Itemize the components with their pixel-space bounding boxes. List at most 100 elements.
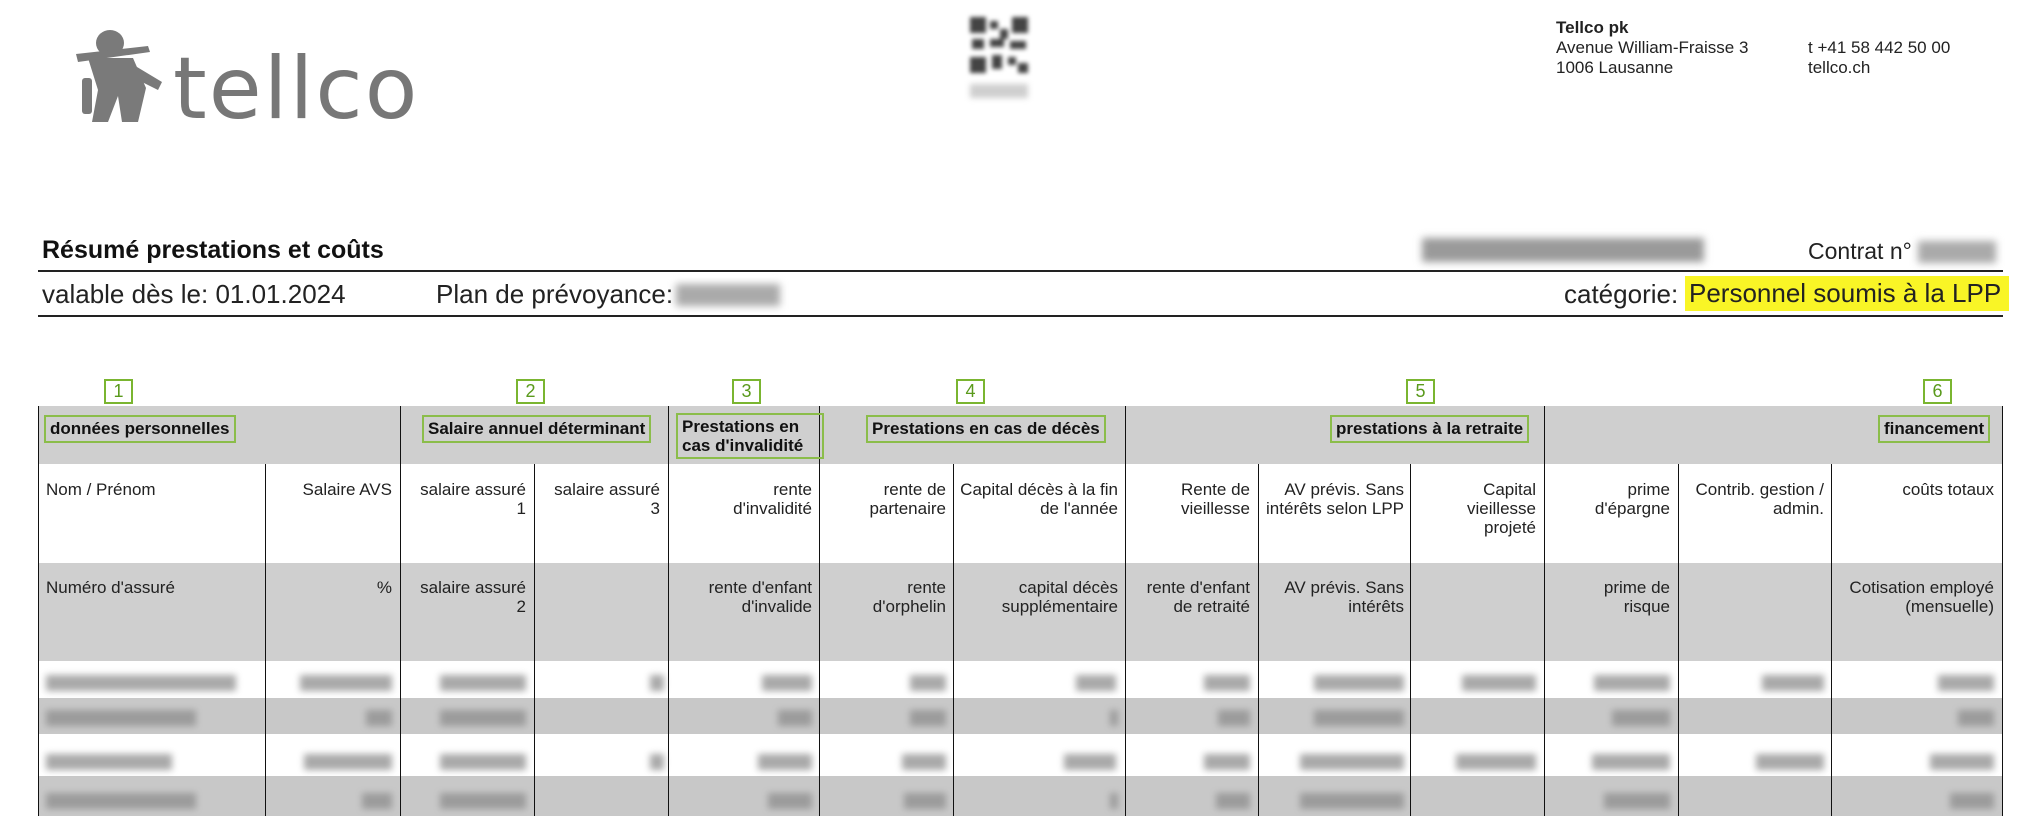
col-header-insured-salary-3: salaire assuré 3 [554, 480, 660, 518]
redacted-cell [46, 793, 196, 809]
section-header-disability: Prestations en cas d'invalidité [676, 413, 824, 459]
col-line [265, 464, 266, 816]
qr-code [968, 15, 1030, 75]
col-header-total-costs: coûts totaux [1902, 480, 1994, 499]
redacted-cell [440, 675, 526, 691]
col-header-savings-premium: prime d'épargne [1594, 480, 1670, 518]
category-value: Personnel soumis à la LPP [1685, 276, 2010, 311]
col-header-percent: % [376, 578, 392, 597]
col-line [1544, 406, 1545, 816]
redacted-cell [1930, 754, 1994, 770]
section-header-personal-data: données personnelles [44, 415, 236, 443]
redacted-cell [1110, 710, 1118, 726]
valid-from: valable dès le: 01.01.2024 [42, 279, 346, 309]
redacted-cell [1204, 675, 1250, 691]
redacted-cell [1456, 754, 1536, 770]
redacted-cell [1064, 754, 1116, 770]
redacted-cell [1300, 793, 1404, 809]
col-header-additional-death-capital: capital décès supplémentaire [1001, 578, 1118, 616]
col-header-name: Nom / Prénom [46, 480, 156, 499]
col-header-partner-pension: rente de partenaire [869, 480, 946, 518]
category-label: catégorie: [1564, 279, 1679, 309]
redacted-cell [650, 754, 664, 770]
col-header-disabled-child-pension: rente d'enfant d'invalide [708, 578, 812, 616]
redacted-cell [1204, 754, 1250, 770]
redacted-cell [362, 793, 392, 809]
company-name: Tellco pk [1556, 18, 1629, 37]
redacted-cell [1604, 793, 1670, 809]
col-header-death-capital: Capital décès à la fin de l'année [960, 480, 1118, 518]
section-header-salary: Salaire annuel déterminant [422, 415, 652, 443]
col-header-risk-premium: prime de risque [1603, 578, 1670, 616]
redacted-cell [1076, 675, 1116, 691]
tellco-logo: tellco [38, 18, 458, 139]
redacted-cell [366, 710, 392, 726]
redacted-cell [768, 793, 812, 809]
section-number-3: 3 [732, 379, 761, 404]
company-address: Tellco pk Avenue William-Fraisse 3 1006 … [1556, 18, 1748, 78]
col-header-retiree-child-pension: rente d'enfant de retraité [1146, 578, 1250, 616]
col-line [1125, 406, 1126, 816]
section-number-2: 2 [516, 379, 545, 404]
col-header-orphan-pension: rente d'orphelin [872, 578, 946, 616]
plan-number-redacted [676, 284, 780, 306]
col-line [668, 406, 669, 816]
redacted-cell [46, 710, 196, 726]
contract-label: Contrat n° [1808, 238, 1912, 264]
divider-bottom [38, 315, 2003, 317]
col-header-insured-salary-1: salaire assuré 1 [420, 480, 526, 518]
section-number-1: 1 [104, 379, 133, 404]
redacted-cell [1612, 710, 1670, 726]
address-line-2: 1006 Lausanne [1556, 58, 1674, 77]
col-header-insured-number: Numéro d'assuré [46, 578, 175, 597]
table-row-band [38, 776, 2003, 816]
logo-text: tellco [173, 39, 419, 133]
section-header-death: Prestations en cas de décès [866, 415, 1106, 443]
section-number-6: 6 [1923, 379, 1952, 404]
redacted-cell [1462, 675, 1536, 691]
col-line [1678, 464, 1679, 816]
section-number-5: 5 [1406, 379, 1435, 404]
col-line [1258, 464, 1259, 816]
redacted-cell [1314, 675, 1404, 691]
redacted-cell [910, 710, 946, 726]
table-row-band [38, 698, 2003, 734]
col-line [1831, 464, 1832, 816]
col-header-admin-contribution: Contrib. gestion / admin. [1695, 480, 1824, 518]
redacted-cell [910, 675, 946, 691]
redacted-cell [1938, 675, 1994, 691]
redacted-cell [46, 675, 236, 691]
col-header-projected-capital: Capital vieillesse projeté [1467, 480, 1536, 537]
col-header-av-no-interest: AV prévis. Sans intérêts [1284, 578, 1404, 616]
redacted-cell [904, 793, 946, 809]
redacted-cell [902, 754, 946, 770]
col-line [38, 406, 39, 816]
divider-top [38, 270, 2003, 272]
col-line [953, 464, 954, 816]
col-line [400, 406, 401, 816]
redacted-cell [778, 710, 812, 726]
plan-label: Plan de prévoyance: [436, 279, 674, 309]
col-header-insured-salary-2: salaire assuré 2 [420, 578, 526, 616]
contract-number-redacted [1918, 241, 1996, 263]
redacted-cell [46, 754, 172, 770]
redacted-cell [1216, 793, 1250, 809]
address-line-1: Avenue William-Fraisse 3 [1556, 38, 1749, 57]
col-line [819, 406, 820, 816]
qr-number-redacted [970, 84, 1028, 98]
redacted-cell [440, 710, 526, 726]
col-line [2002, 406, 2003, 816]
col-header-disability-pension: rente d'invalidité [733, 480, 812, 518]
redacted-cell [1950, 793, 1994, 809]
redacted-cell [1592, 754, 1670, 770]
redacted-cell [1958, 710, 1994, 726]
redacted-cell [304, 754, 392, 770]
redacted-cell [1218, 710, 1250, 726]
col-header-av-lpp: AV prévis. Sans intérêts selon LPP [1266, 480, 1404, 518]
redacted-cell [762, 675, 812, 691]
document-title: Résumé prestations et coûts [42, 236, 384, 264]
company-contact: t +41 58 442 50 00 tellco.ch [1808, 38, 1950, 78]
website: tellco.ch [1808, 58, 1871, 77]
col-header-avs-salary: Salaire AVS [302, 480, 392, 499]
col-header-old-age-pension: Rente de vieillesse [1181, 480, 1250, 518]
